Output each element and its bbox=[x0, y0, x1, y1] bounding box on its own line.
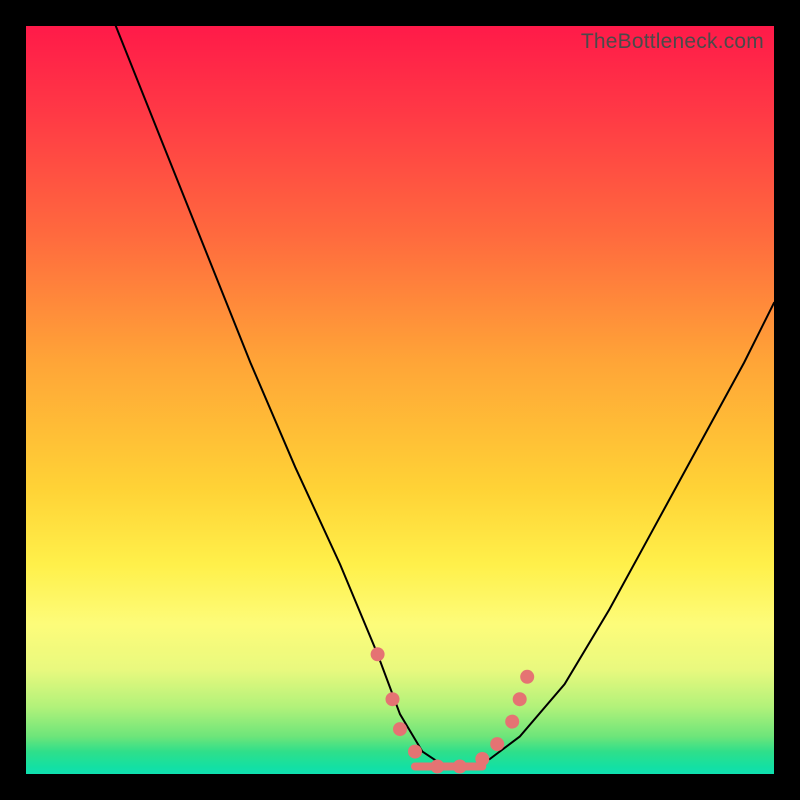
marker-dot bbox=[430, 760, 444, 774]
marker-group bbox=[371, 647, 535, 773]
marker-dot bbox=[408, 745, 422, 759]
marker-dot bbox=[453, 760, 467, 774]
marker-dot bbox=[371, 647, 385, 661]
plot-area: TheBottleneck.com bbox=[26, 26, 774, 774]
curve-layer bbox=[26, 26, 774, 774]
marker-dot bbox=[513, 692, 527, 706]
marker-dot bbox=[520, 670, 534, 684]
marker-dot bbox=[393, 722, 407, 736]
marker-dot bbox=[475, 752, 489, 766]
bottleneck-curve bbox=[116, 26, 774, 767]
marker-dot bbox=[490, 737, 504, 751]
marker-dot bbox=[505, 715, 519, 729]
chart-frame: TheBottleneck.com bbox=[0, 0, 800, 800]
marker-dot bbox=[386, 692, 400, 706]
